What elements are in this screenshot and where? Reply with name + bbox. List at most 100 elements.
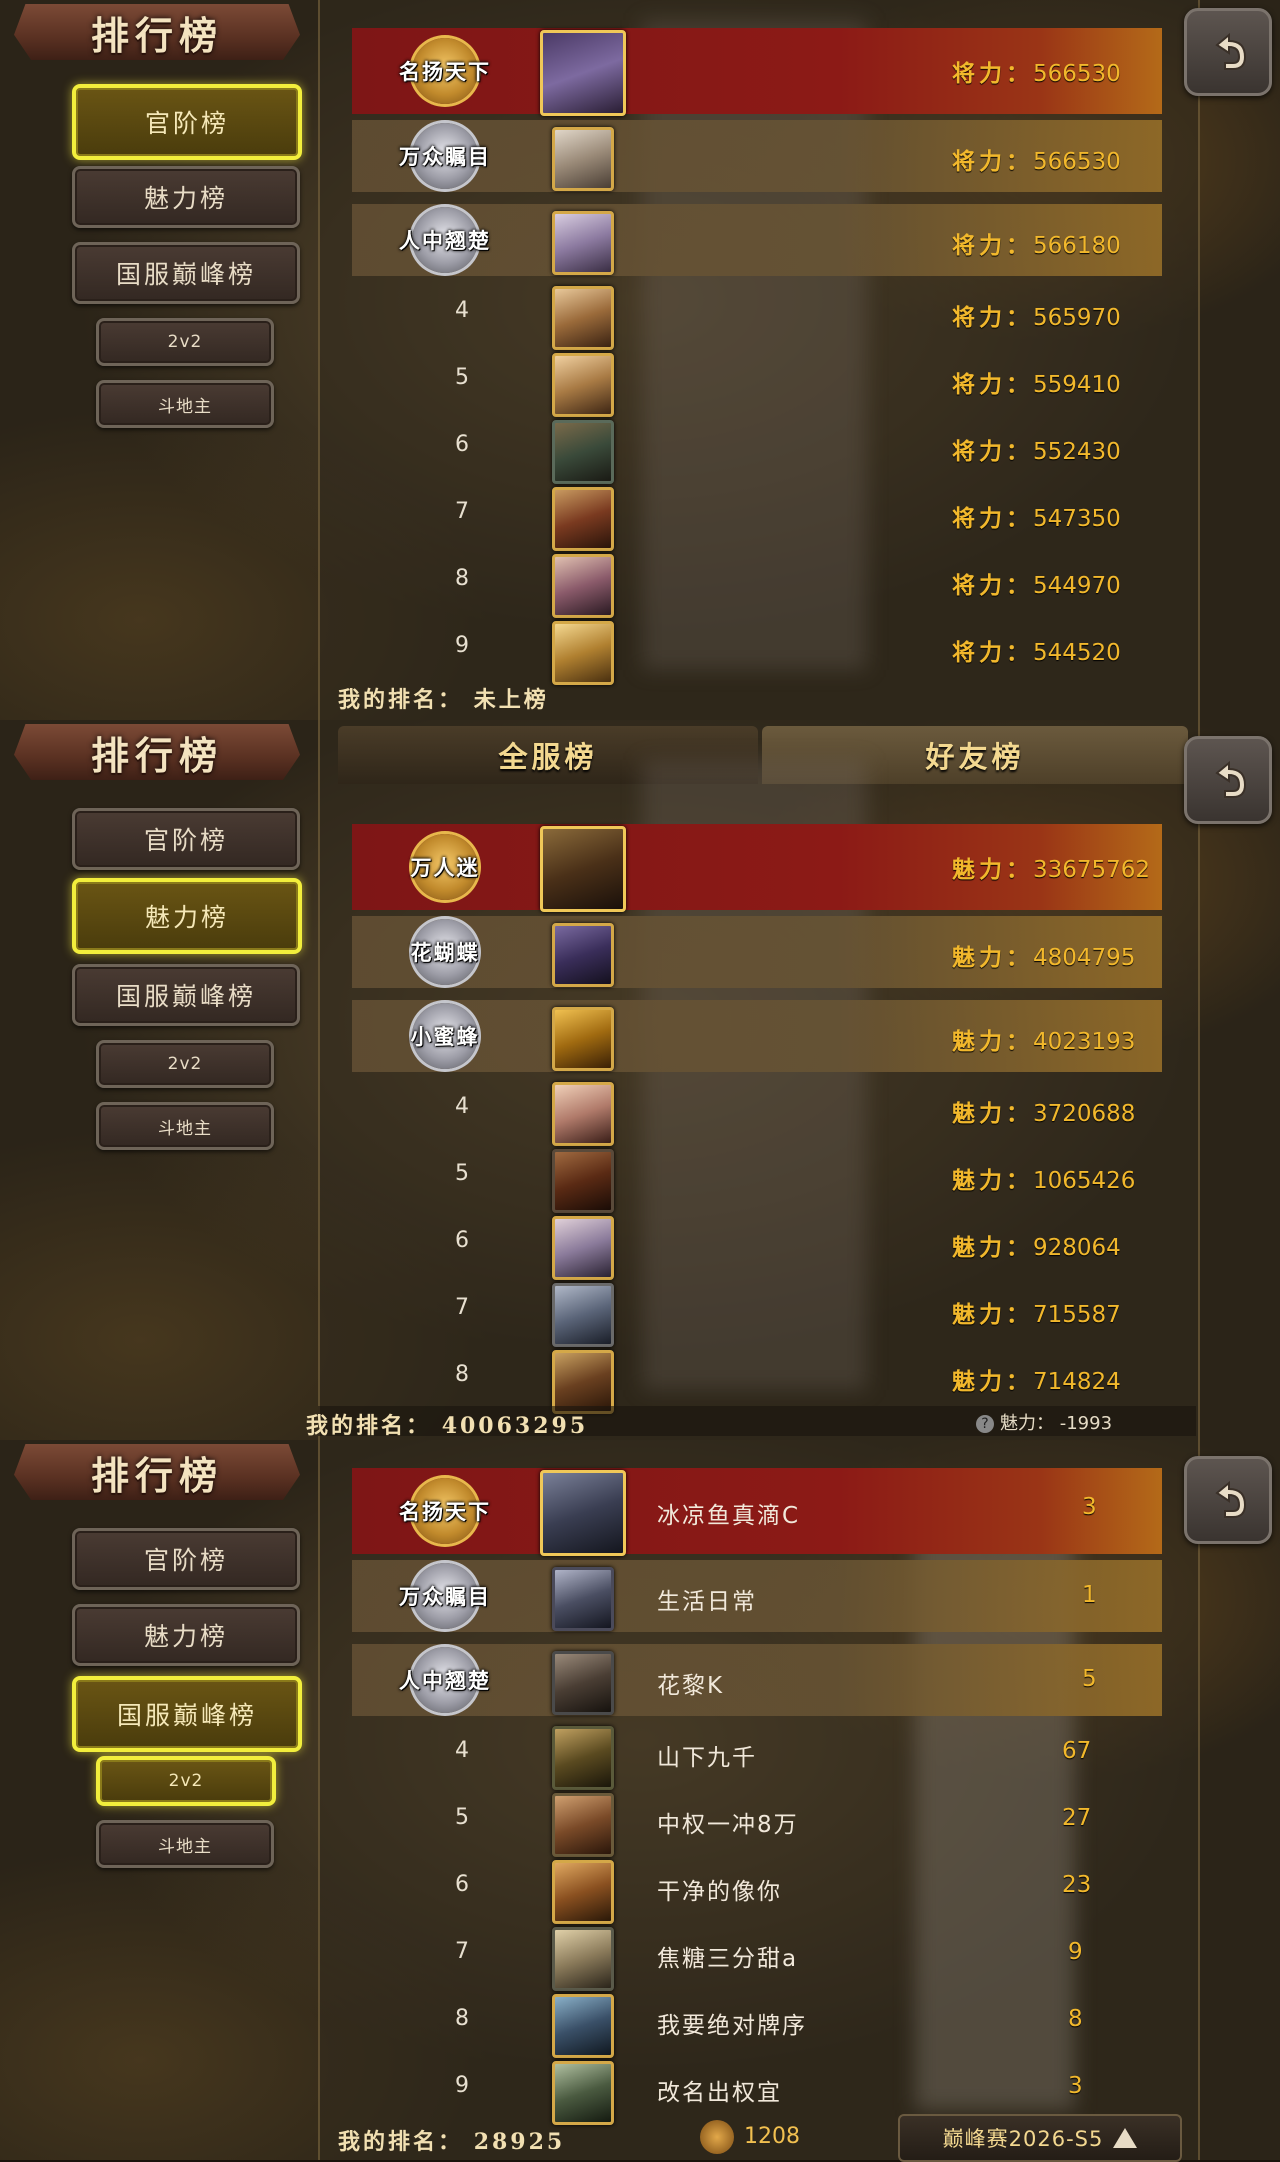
- sidebar-item-peak[interactable]: 国服巅峰榜: [72, 964, 300, 1026]
- rank-medal: 花蝴蝶: [370, 917, 520, 987]
- sidebar-item-doudizhu[interactable]: 斗地主: [96, 1102, 274, 1150]
- score-text: 魅力：928064: [952, 1234, 1121, 1261]
- sidebar-item-charm[interactable]: 魅力榜: [72, 878, 302, 954]
- rank-number: 7: [455, 1295, 469, 1320]
- table-row[interactable]: 6 干净的像你 23: [352, 1854, 1162, 1926]
- table-row[interactable]: 7 魅力：715587: [352, 1277, 1162, 1349]
- sidebar-item-official[interactable]: 官阶榜: [72, 84, 302, 160]
- table-row[interactable]: 8 将力：544970: [352, 548, 1162, 620]
- title-banner: 排行榜: [14, 1444, 300, 1500]
- back-button[interactable]: [1184, 1456, 1272, 1544]
- score-text: 魅力：4804795: [952, 944, 1136, 971]
- back-arrow-icon: [1215, 32, 1247, 70]
- table-row[interactable]: 4 魅力：3720688: [352, 1076, 1162, 1148]
- sidebar-item-official[interactable]: 官阶榜: [72, 1528, 300, 1590]
- score-tail: 3: [1068, 2073, 1083, 2099]
- table-row[interactable]: 5 魅力：1065426: [352, 1143, 1162, 1215]
- score-tail: 5: [1082, 1666, 1097, 1692]
- table-row[interactable]: 小蜜蜂 魅力：4023193: [352, 1000, 1162, 1072]
- my-charm: ? 魅力： -1993: [976, 1409, 1112, 1435]
- rank-number: 7: [455, 1939, 469, 1964]
- rank-panel-charm: 排行榜 官阶榜 魅力榜 国服巅峰榜 2v2 斗地主 全服榜 好友榜 万人迷 魅力…: [0, 720, 1280, 1442]
- table-row[interactable]: 5 中权一冲8万 27: [352, 1787, 1162, 1859]
- score-text: 魅力：714824: [952, 1368, 1121, 1395]
- player-name: 山下九千: [657, 1745, 757, 1771]
- score-tail: 8: [1068, 2006, 1083, 2032]
- table-row[interactable]: 花蝴蝶 魅力：4804795: [352, 916, 1162, 988]
- sidebar-item-charm[interactable]: 魅力榜: [72, 1604, 300, 1666]
- player-name: 冰凉鱼真滴C: [657, 1503, 801, 1529]
- rank-number: 4: [455, 1094, 469, 1119]
- table-row[interactable]: 7 将力：547350: [352, 481, 1162, 553]
- coin-count: 1208: [700, 2120, 800, 2154]
- question-icon[interactable]: ?: [976, 1415, 994, 1433]
- rank-number: 9: [455, 633, 469, 658]
- sidebar-item-2v2[interactable]: 2v2: [96, 1756, 276, 1806]
- rank-medal: 名扬天下: [370, 36, 520, 106]
- avatar: [552, 1567, 614, 1631]
- rank-medal: 万众瞩目: [370, 1561, 520, 1631]
- sidebar-item-doudizhu[interactable]: 斗地主: [96, 1820, 274, 1868]
- title-banner: 排行榜: [14, 4, 300, 60]
- sidebar-item-2v2[interactable]: 2v2: [96, 1040, 274, 1088]
- rank-number: 7: [455, 499, 469, 524]
- table-row[interactable]: 9 将力：544520: [352, 615, 1162, 687]
- score-tail: 67: [1062, 1738, 1092, 1764]
- table-row[interactable]: 7 焦糖三分甜a 9: [352, 1921, 1162, 1993]
- back-button[interactable]: [1184, 736, 1272, 824]
- sidebar-item-peak[interactable]: 国服巅峰榜: [72, 1676, 302, 1752]
- rank-number: 8: [455, 2006, 469, 2031]
- rank-number: 6: [455, 1228, 469, 1253]
- avatar: [552, 554, 614, 618]
- table-row[interactable]: 4 将力：565970: [352, 280, 1162, 352]
- title-banner: 排行榜: [14, 724, 300, 780]
- table-row[interactable]: 6 魅力：928064: [352, 1210, 1162, 1282]
- sidebar-item-official[interactable]: 官阶榜: [72, 808, 300, 870]
- avatar: [552, 1793, 614, 1857]
- table-row[interactable]: 万人迷 魅力：33675762: [352, 824, 1162, 912]
- score-tail: 27: [1062, 1805, 1092, 1831]
- sidebar-item-charm[interactable]: 魅力榜: [72, 166, 300, 228]
- table-row[interactable]: 名扬天下 将力：566530: [352, 28, 1162, 116]
- rank-number: 4: [455, 1738, 469, 1763]
- table-row[interactable]: 8 我要绝对牌序 8: [352, 1988, 1162, 2060]
- score-text: 将力：566530: [952, 60, 1121, 87]
- score-text: 将力：566530: [952, 148, 1121, 175]
- table-row[interactable]: 万众瞩目 生活日常 1: [352, 1560, 1162, 1632]
- sidebar-item-2v2[interactable]: 2v2: [96, 318, 274, 366]
- player-name: 焦糖三分甜a: [657, 1946, 799, 1972]
- rank-medal: 小蜜蜂: [370, 1001, 520, 1071]
- page-title: 排行榜: [90, 1452, 223, 1498]
- avatar: [552, 923, 614, 987]
- table-row[interactable]: 4 山下九千 67: [352, 1720, 1162, 1792]
- avatar: [552, 2061, 614, 2125]
- score-tail: 3: [1082, 1494, 1097, 1520]
- score-text: 魅力：1065426: [952, 1167, 1136, 1194]
- my-rank: 我的排名： 未上榜: [338, 687, 549, 713]
- score-tail: 23: [1062, 1872, 1092, 1898]
- rank-number: 5: [455, 1161, 469, 1186]
- back-arrow-icon: [1215, 1480, 1247, 1518]
- table-row[interactable]: 人中翘楚 花黎K 5: [352, 1644, 1162, 1716]
- table-row[interactable]: 5 将力：559410: [352, 347, 1162, 419]
- score-text: 魅力：715587: [952, 1301, 1121, 1328]
- table-row[interactable]: 人中翘楚 将力：566180: [352, 204, 1162, 276]
- score-text: 魅力：4023193: [952, 1028, 1136, 1055]
- score-text: 魅力：3720688: [952, 1100, 1136, 1127]
- rank-medal: 人中翘楚: [370, 1645, 520, 1715]
- rank-number: 6: [455, 432, 469, 457]
- season-selector[interactable]: 巅峰赛2026-S5: [898, 2114, 1182, 2162]
- rank-number: 9: [455, 2073, 469, 2098]
- table-row[interactable]: 名扬天下 冰凉鱼真滴C 3: [352, 1468, 1162, 1556]
- avatar: [552, 1994, 614, 2058]
- table-row[interactable]: 6 将力：552430: [352, 414, 1162, 486]
- player-name: 生活日常: [657, 1589, 757, 1615]
- rank-number: 8: [455, 566, 469, 591]
- table-row[interactable]: 万众瞩目 将力：566530: [352, 120, 1162, 192]
- back-button[interactable]: [1184, 8, 1272, 96]
- sidebar-item-doudizhu[interactable]: 斗地主: [96, 380, 274, 428]
- sidebar-item-peak[interactable]: 国服巅峰榜: [72, 242, 300, 304]
- avatar: [552, 621, 614, 685]
- score-text: 将力：566180: [952, 232, 1121, 259]
- player-name: 我要绝对牌序: [657, 2013, 807, 2039]
